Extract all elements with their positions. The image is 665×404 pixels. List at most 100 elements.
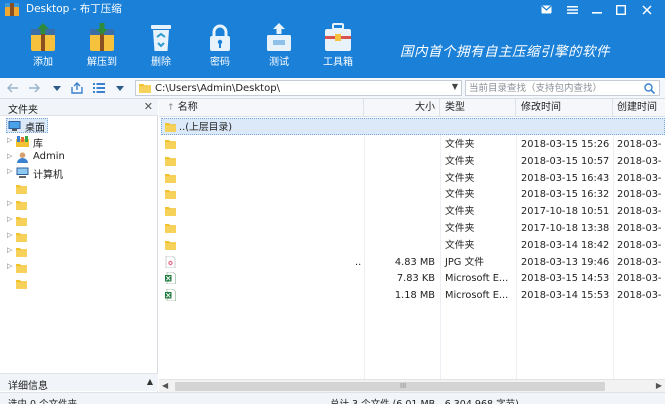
file-row[interactable]: 文件夹 2018-03-15 16:43 2018-03- bbox=[159, 170, 665, 187]
forward-icon[interactable] bbox=[27, 81, 41, 95]
cell-type: JPG 文件 bbox=[445, 256, 485, 268]
sort-up-icon: ↑ bbox=[167, 103, 175, 113]
address-bar[interactable]: C:\Users\Admin\Desktop\ ▼ bbox=[135, 80, 462, 96]
search-box[interactable] bbox=[465, 80, 660, 96]
expand-arrow-icon[interactable]: ▷ bbox=[7, 199, 12, 207]
address-dropdown-icon[interactable]: ▼ bbox=[452, 82, 458, 91]
cell-modified: 2018-03-15 15:26 bbox=[521, 139, 610, 150]
address-path: C:\Users\Admin\Desktop\ bbox=[155, 83, 280, 94]
details-bar[interactable]: 详细信息 ▲ bbox=[0, 373, 158, 392]
cell-type: 文件夹 bbox=[445, 189, 475, 201]
maximize-icon[interactable] bbox=[612, 2, 630, 17]
cell-created: 2018-03- bbox=[617, 256, 662, 268]
folder-icon bbox=[165, 156, 176, 166]
selection-status: 选中 0 个文件夹 bbox=[8, 396, 77, 404]
expand-arrow-icon[interactable]: ▷ bbox=[7, 215, 12, 223]
extract-button[interactable]: 解压到 bbox=[80, 22, 124, 74]
tree-item[interactable]: ▷ 计算机 bbox=[0, 165, 150, 181]
file-row[interactable]: 文件夹 2018-03-15 15:26 2018-03- bbox=[159, 136, 665, 153]
add-button[interactable]: 添加 bbox=[21, 22, 65, 74]
file-row[interactable]: 文件夹 2017-10-18 13:38 2018-03- bbox=[159, 220, 665, 237]
tree-item[interactable]: ▷ bbox=[0, 260, 150, 275]
app-logo-icon bbox=[5, 3, 19, 16]
file-row[interactable]: 文件夹 2017-10-18 10:51 2018-03- bbox=[159, 203, 665, 220]
menu-icon[interactable] bbox=[563, 2, 581, 17]
excel-file-icon bbox=[165, 272, 176, 285]
tree-item[interactable]: ▷ bbox=[0, 197, 150, 212]
cell-created: 2018-03- bbox=[617, 206, 662, 218]
cell-created: 2018-03- bbox=[617, 273, 662, 285]
file-row[interactable]: 7.83 KB Microsoft E... 2018-03-15 14:53 201… bbox=[159, 270, 665, 287]
history-dropdown-icon[interactable] bbox=[50, 81, 64, 95]
column-name[interactable]: ↑ 名称 bbox=[159, 99, 364, 117]
delete-button[interactable]: 删除 bbox=[139, 22, 183, 74]
cell-type: 文件夹 bbox=[445, 223, 475, 234]
lock-icon bbox=[210, 24, 230, 51]
back-icon[interactable] bbox=[6, 81, 20, 95]
file-row[interactable]: .. 4.83 MB JPG 文件 2018-03-13 19:46 2018-03- bbox=[159, 254, 665, 271]
minimize-icon[interactable] bbox=[588, 2, 606, 17]
folder-icon bbox=[16, 248, 27, 258]
file-row[interactable]: 1.18 MB Microsoft E... 2018-03-14 15:53 201… bbox=[159, 287, 665, 304]
expand-details-icon[interactable]: ▲ bbox=[147, 377, 153, 386]
title-bar[interactable]: Desktop - 布丁压缩 bbox=[0, 0, 665, 20]
computer-icon bbox=[16, 167, 29, 179]
folder-pane-title: 文件夹 bbox=[8, 105, 38, 116]
mail-icon[interactable] bbox=[537, 2, 555, 17]
test-button[interactable]: 测试 bbox=[257, 22, 301, 74]
tree-item[interactable]: ▷ 库 bbox=[0, 134, 150, 150]
status-bar: 选中 0 个文件夹 总计 3 个文件 (6.01 MB，6,304,968 字节… bbox=[0, 392, 665, 404]
cell-created: 2018-03- bbox=[617, 189, 662, 201]
column-modified[interactable]: 修改时间 bbox=[516, 99, 613, 117]
scroll-left-icon[interactable]: ◀ bbox=[162, 381, 168, 390]
tree-item[interactable]: ▷ Admin bbox=[0, 150, 150, 165]
search-icon[interactable] bbox=[644, 83, 655, 94]
tree-item[interactable] bbox=[0, 181, 150, 196]
cell-type: 文件夹 bbox=[445, 139, 475, 150]
cell-created: 2018-03- bbox=[617, 290, 662, 302]
expand-arrow-icon[interactable]: ▷ bbox=[7, 262, 12, 270]
view-dropdown-icon[interactable] bbox=[113, 81, 127, 95]
expand-arrow-icon[interactable]: ▷ bbox=[7, 152, 12, 160]
expand-arrow-icon[interactable]: ▷ bbox=[7, 167, 12, 175]
tree-item[interactable]: ▷ bbox=[0, 244, 150, 259]
horizontal-scrollbar[interactable]: ◀ III ▶ bbox=[159, 379, 665, 392]
folder-icon bbox=[165, 224, 176, 233]
column-size[interactable]: 大小 bbox=[364, 99, 440, 117]
expand-arrow-icon[interactable]: ▷ bbox=[7, 136, 12, 144]
folder-icon bbox=[16, 201, 27, 210]
desktop-icon bbox=[8, 121, 21, 131]
total-status: 总计 3 个文件 (6.01 MB，6,304,968 字节) bbox=[330, 396, 519, 404]
expand-arrow-icon[interactable]: ▷ bbox=[7, 246, 12, 254]
tree-item[interactable]: 桌面 bbox=[0, 118, 150, 134]
close-pane-icon[interactable]: ✕ bbox=[144, 100, 153, 113]
cell-type: 文件夹 bbox=[445, 172, 475, 184]
search-input[interactable] bbox=[469, 81, 637, 95]
file-row[interactable]: 文件夹 2018-03-15 16:32 2018-03- bbox=[159, 186, 665, 203]
column-created[interactable]: 创建时间 bbox=[613, 99, 665, 117]
toolbar: 添加 解压到 删除 密码 测试 工具箱 bbox=[0, 22, 380, 78]
add-archive-icon bbox=[31, 23, 55, 51]
parent-directory-row[interactable]: ..(上层目录) bbox=[161, 118, 665, 135]
password-button[interactable]: 密码 bbox=[198, 22, 242, 74]
toolbox-button[interactable]: 工具箱 bbox=[316, 22, 360, 74]
library-icon bbox=[16, 135, 29, 147]
scroll-right-icon[interactable]: ▶ bbox=[656, 381, 662, 390]
tree-item[interactable]: ▷ bbox=[0, 213, 150, 228]
folder-icon bbox=[165, 240, 176, 250]
scrollbar-thumb[interactable]: III bbox=[175, 382, 605, 391]
up-folder-icon[interactable] bbox=[70, 81, 84, 95]
column-type[interactable]: 类型 bbox=[440, 99, 516, 117]
close-icon[interactable] bbox=[638, 2, 656, 17]
file-row[interactable]: 文件夹 2018-03-14 18:42 2018-03- bbox=[159, 237, 665, 254]
tree-item[interactable]: ▷ bbox=[0, 229, 150, 244]
cell-created: 2018-03- bbox=[617, 172, 662, 184]
view-list-icon[interactable] bbox=[92, 81, 106, 95]
cell-modified: 2018-03-15 10:57 bbox=[521, 155, 610, 167]
cell-type: Microsoft E... bbox=[445, 273, 509, 285]
folder-pane-header: 文件夹 ✕ bbox=[0, 99, 158, 116]
tree-item[interactable] bbox=[0, 276, 150, 291]
file-row[interactable]: 文件夹 2018-03-15 10:57 2018-03- bbox=[159, 153, 665, 170]
expand-arrow-icon[interactable]: ▷ bbox=[7, 231, 12, 239]
cell-modified: 2018-03-15 14:53 bbox=[521, 273, 610, 285]
